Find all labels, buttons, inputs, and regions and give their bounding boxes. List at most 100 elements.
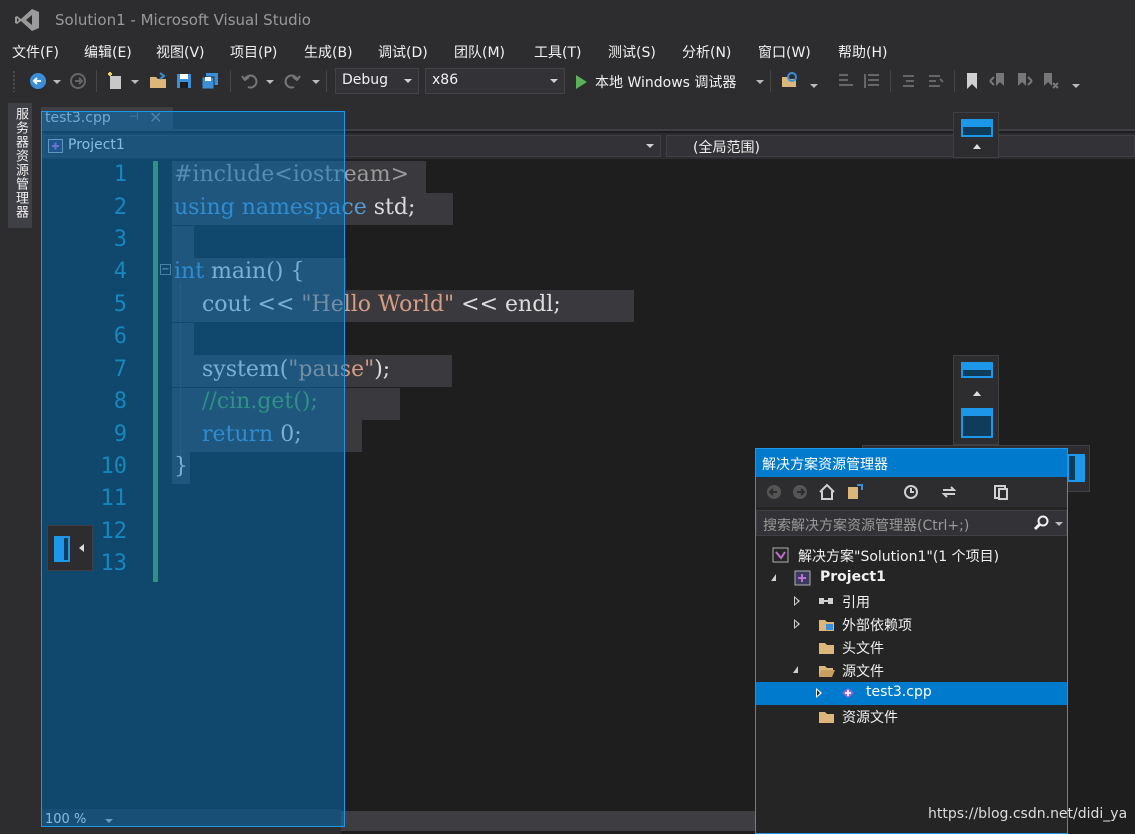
watermark-text: https://blog.csdn.net/didi_ya [928,806,1128,822]
back-dropdown-icon[interactable] [53,80,61,84]
server-explorer-tab[interactable]: 服务器资源管理器 [8,103,32,228]
collapse-arrow-icon[interactable] [771,574,776,581]
redo-icon[interactable] [282,71,302,91]
uncomment-lines-icon[interactable] [926,71,946,91]
tree-label: 引用 [842,595,870,611]
horizontal-scrollbar[interactable] [341,811,755,831]
tree-item-solution[interactable]: 解决方案"Solution1"(1 个项目) [756,544,1067,567]
clear-bookmarks-icon[interactable] [1040,71,1060,91]
tree-label: Project1 [820,569,886,585]
step-into-icon[interactable] [836,71,856,91]
navigate-back-icon[interactable] [28,71,48,91]
navigate-forward-icon[interactable] [68,71,88,91]
expand-arrow-icon[interactable] [794,619,800,629]
window-title: Solution1 - Microsoft Visual Studio [55,11,311,29]
external-dependencies-icon [819,620,834,631]
chevron-down-icon [646,144,654,148]
cpp-file-icon [842,688,854,698]
menu-debug[interactable]: 调试(D) [378,42,428,62]
visual-studio-logo-icon [15,9,39,31]
solution-explorer-toolbar [756,477,1067,507]
menu-file[interactable]: 文件(F) [12,42,59,62]
tree-item-source-files[interactable]: 源文件 [756,659,1067,682]
next-bookmark-icon[interactable] [1014,71,1034,91]
tree-label: test3.cpp [866,684,932,700]
dock-top-edge-guide[interactable] [953,112,999,158]
tree-item-header-files[interactable]: 头文件 [756,636,1067,659]
solution-explorer-panel: 解决方案资源管理器 搜索解决方案资源管理器(Ctrl+;) 解决方案"Solut… [755,448,1068,834]
previous-bookmark-icon[interactable] [988,71,1008,91]
comment-lines-icon[interactable] [900,71,920,91]
redo-dropdown-icon[interactable] [312,80,320,84]
solution-platform-combo[interactable]: x86 [425,68,565,94]
chevron-down-icon [550,79,558,83]
menu-test[interactable]: 测试(S) [608,42,656,62]
search-options-icon[interactable] [1055,522,1063,526]
expand-arrow-icon[interactable] [794,596,800,606]
collapse-arrow-icon[interactable] [793,666,798,673]
menu-build[interactable]: 生成(B) [304,42,353,62]
pending-changes-filter-icon[interactable] [902,483,920,501]
sync-icon[interactable] [940,483,958,501]
save-all-icon[interactable] [200,71,220,91]
toolbar-options-icon[interactable] [810,84,818,88]
menu-window[interactable]: 窗口(W) [758,42,811,62]
tree-item-references[interactable]: 引用 [756,590,1067,613]
menu-help[interactable]: 帮助(H) [838,42,887,62]
expand-arrow-icon[interactable] [816,688,822,698]
folder-icon [819,712,834,723]
save-icon[interactable] [174,71,194,91]
find-in-files-icon[interactable] [780,71,800,91]
tree-label: 资源文件 [842,710,898,726]
open-file-icon[interactable] [148,71,168,91]
switch-views-icon[interactable] [846,483,864,501]
tree-item-external-dependencies[interactable]: 外部依赖项 [756,613,1067,636]
dock-left-icon [54,536,70,562]
references-icon [819,598,833,604]
home-icon[interactable] [818,483,836,501]
menu-team[interactable]: 团队(M) [454,42,505,62]
menu-edit[interactable]: 编辑(E) [84,42,132,62]
step-over-icon[interactable] [862,71,882,91]
undo-icon[interactable] [240,71,260,91]
run-dropdown-icon[interactable] [756,80,764,84]
menu-tools[interactable]: 工具(T) [534,42,581,62]
toolbar-overflow-icon[interactable] [1072,84,1080,88]
title-bar: Solution1 - Microsoft Visual Studio [0,0,1135,40]
play-icon [576,75,587,89]
solution-configuration-combo[interactable]: Debug [335,68,419,94]
solution-explorer-search-input[interactable]: 搜索解决方案资源管理器(Ctrl+;) [756,510,1067,536]
server-explorer-label: 服务器资源管理器 [13,107,28,219]
global-scope-combo[interactable]: (全局范围) [666,135,1135,157]
toolbar-grip[interactable] [12,70,16,92]
solution-explorer-title-bar[interactable]: 解决方案资源管理器 [756,449,1067,477]
search-icon[interactable] [1033,515,1049,531]
new-dropdown-icon[interactable] [131,80,139,84]
solution-platform-value: x86 [432,72,459,88]
new-project-icon[interactable] [106,71,126,91]
menu-view[interactable]: 视图(V) [156,42,205,62]
start-debugging-label: 本地 Windows 调试器 [595,75,737,91]
menu-project[interactable]: 项目(P) [230,42,277,62]
solution-configuration-value: Debug [342,72,389,88]
menu-bar: 文件(F) 编辑(E) 视图(V) 项目(P) 生成(B) 调试(D) 团队(M… [0,40,1135,64]
forward-icon[interactable] [792,484,808,500]
show-all-files-icon[interactable] [992,483,1010,501]
bookmark-icon[interactable] [962,71,982,91]
dock-center-top-guide[interactable] [953,355,999,445]
tree-item-resource-files[interactable]: 资源文件 [756,705,1067,728]
dock-top-half-icon [961,408,993,438]
tree-label: 外部依赖项 [842,618,912,634]
dock-left-edge-guide[interactable] [47,525,93,571]
start-debugging-button[interactable]: 本地 Windows 调试器 [576,72,736,92]
menu-analyze[interactable]: 分析(N) [682,42,731,62]
tree-label: 解决方案"Solution1"(1 个项目) [798,549,1000,565]
dock-right-icon [1067,454,1085,482]
tree-item-test3-cpp[interactable]: test3.cpp [756,682,1067,705]
tree-item-project[interactable]: Project1 [756,567,1067,590]
back-icon[interactable] [766,484,782,500]
solution-icon [772,547,789,563]
undo-dropdown-icon[interactable] [266,80,274,84]
search-placeholder: 搜索解决方案资源管理器(Ctrl+;) [763,518,970,534]
chevron-down-icon [404,79,412,83]
